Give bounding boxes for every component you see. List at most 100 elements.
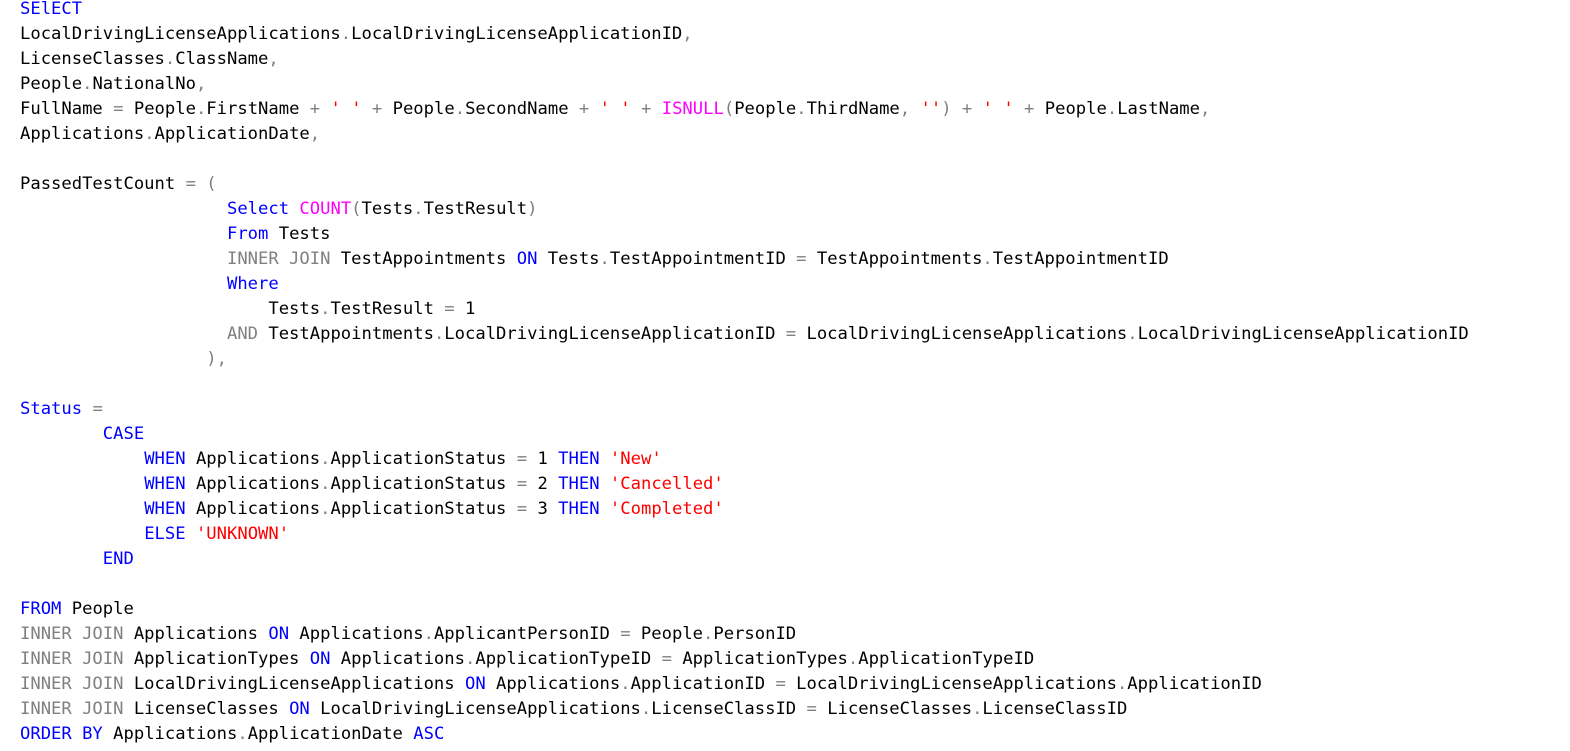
sql-code-block[interactable]: SElECT LocalDrivingLicenseApplications.Lo…	[20, 0, 1469, 747]
identifier-token: ApplicationTypeID	[858, 649, 1035, 669]
identifier-token	[20, 449, 144, 469]
operator-token: ,	[682, 24, 693, 44]
identifier-token: TestAppointments	[330, 249, 517, 269]
identifier-token	[20, 524, 144, 544]
function-token: ISNULL	[661, 99, 724, 119]
identifier-token: LicenseClasses	[816, 699, 973, 719]
operator-token: .	[599, 249, 610, 269]
operator-token: ),	[206, 349, 227, 369]
keyword-token: Where	[226, 274, 279, 294]
operator-token: +	[641, 99, 652, 119]
code-line: People.NationalNo,	[20, 72, 1469, 97]
identifier-token: Applications	[289, 624, 424, 644]
function-token: COUNT	[299, 199, 352, 219]
keyword-token: ON	[289, 699, 310, 719]
operator-token: .	[144, 124, 155, 144]
identifier-token: Applications	[123, 624, 269, 644]
identifier-token	[20, 324, 227, 344]
identifier-token: LicenseClasses	[123, 699, 290, 719]
operator-token: +	[961, 99, 973, 119]
code-line: END	[20, 547, 1469, 572]
string-token: ' '	[599, 99, 631, 119]
operator-token: =	[796, 249, 807, 269]
operator-token: .	[237, 724, 248, 744]
identifier-token: NationalNo	[92, 74, 196, 94]
identifier-token: LocalDrivingLicenseApplications	[796, 324, 1128, 344]
code-line: Applications.ApplicationDate,	[20, 122, 1469, 147]
operator-token: .	[433, 324, 445, 344]
operator-token: (	[723, 99, 735, 119]
identifier-token: ApplicationTypeID	[475, 649, 662, 669]
identifier-token: LastName	[1117, 99, 1200, 119]
keyword-token: WHEN	[144, 474, 186, 494]
string-token: ' '	[330, 99, 362, 119]
identifier-token: ApplicationStatus	[330, 449, 517, 469]
operator-token: .	[1106, 99, 1118, 119]
keyword-token: ASC	[413, 724, 445, 744]
keyword-token: THEN	[558, 474, 600, 494]
identifier-token: People	[123, 99, 196, 119]
code-line: INNER JOIN ApplicationTypes ON Applicati…	[20, 647, 1469, 672]
identifier-token	[589, 99, 599, 119]
operator-token: .	[340, 24, 352, 44]
identifier-token	[289, 199, 299, 219]
identifier-token: 1	[454, 299, 476, 319]
code-line: ​	[20, 147, 1469, 172]
identifier-token: 1	[527, 449, 559, 469]
operator-token: INNER JOIN	[20, 649, 124, 669]
code-line: ORDER BY Applications.ApplicationDate AS…	[20, 722, 1469, 747]
code-line: Where	[20, 272, 1469, 297]
identifier-token	[20, 199, 227, 219]
identifier-token: ApplicationID	[1127, 674, 1262, 694]
identifier-token	[600, 499, 610, 519]
operator-token: +	[1024, 99, 1035, 119]
operator-token: .	[620, 674, 631, 694]
identifier-token: FullName	[20, 99, 114, 119]
sql-editor[interactable]: SElECT LocalDrivingLicenseApplications.Lo…	[0, 0, 1570, 751]
identifier-token: SecondName	[465, 99, 579, 119]
operator-token: =	[516, 449, 528, 469]
string-token: 'Cancelled'	[609, 474, 724, 494]
keyword-token: SElECT	[20, 0, 83, 19]
operator-token: .	[1127, 324, 1138, 344]
identifier-token: ApplicationID	[630, 674, 776, 694]
keyword-token: ON	[516, 249, 538, 269]
string-token: ''	[920, 99, 942, 119]
identifier-token: ApplicationStatus	[330, 474, 517, 494]
operator-token: =	[516, 474, 528, 494]
code-line: LocalDrivingLicenseApplications.LocalDri…	[20, 22, 1469, 47]
operator-token: =	[775, 674, 786, 694]
identifier-token: Applications	[485, 674, 621, 694]
identifier-token: LocalDrivingLicenseApplicationID	[351, 24, 683, 44]
identifier-token: ApplicationTypes	[671, 649, 848, 669]
identifier-token: LocalDrivingLicenseApplicationID	[1137, 324, 1469, 344]
code-line: WHEN Applications.ApplicationStatus = 3 …	[20, 497, 1469, 522]
operator-token: INNER JOIN	[226, 249, 331, 269]
identifier-token: Applications	[185, 499, 321, 519]
identifier-token	[20, 499, 144, 519]
operator-token: .	[320, 499, 331, 519]
identifier-token: ApplicationStatus	[330, 499, 517, 519]
code-line: INNER JOIN LocalDrivingLicenseApplicatio…	[20, 672, 1469, 697]
identifier-token: Tests	[537, 249, 600, 269]
keyword-token: WHEN	[144, 499, 186, 519]
keyword-token: CASE	[102, 424, 145, 444]
operator-token: =	[806, 699, 817, 719]
operator-token: +	[371, 99, 383, 119]
identifier-token: People	[382, 99, 455, 119]
operator-token: .	[320, 299, 331, 319]
identifier-token	[20, 549, 103, 569]
operator-token: =	[185, 174, 196, 194]
identifier-token: FirstName	[206, 99, 310, 119]
operator-token: INNER JOIN	[20, 624, 124, 644]
identifier-token: LicenseClasses	[20, 49, 165, 69]
string-token: ' '	[982, 99, 1014, 119]
identifier-token: 3	[527, 499, 559, 519]
code-line: AND TestAppointments.LocalDrivingLicense…	[20, 322, 1469, 347]
identifier-token: People	[20, 74, 83, 94]
identifier-token: Applications	[330, 649, 465, 669]
identifier-token	[362, 99, 372, 119]
identifier-token: ApplicantPersonID	[433, 624, 621, 644]
operator-token: .	[847, 649, 859, 669]
operator-token: .	[320, 449, 331, 469]
